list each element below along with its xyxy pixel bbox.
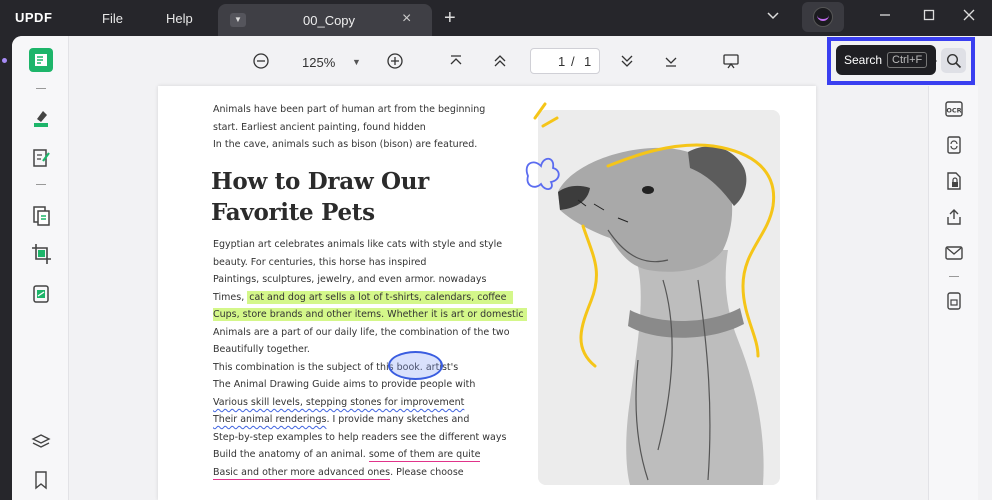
highlighter-icon[interactable] <box>29 106 53 130</box>
wavy-underlined-text[interactable]: Their animal renderings <box>213 414 326 425</box>
tooltip-label: Search <box>844 53 883 67</box>
underlined-text[interactable]: Basic and other more advanced ones <box>213 467 391 480</box>
highlighted-text[interactable]: cat and dog art sells a lot of t-shirts,… <box>247 291 513 304</box>
email-icon[interactable] <box>943 242 965 264</box>
sidebar-divider <box>36 184 46 185</box>
svg-text:OCR: OCR <box>946 107 961 115</box>
sidebar-divider <box>949 276 959 277</box>
next-page-icon[interactable] <box>618 52 636 70</box>
body-line: Cups, store brands and other items. Whet… <box>213 308 527 321</box>
menu-help[interactable]: Help <box>166 11 193 26</box>
last-page-icon[interactable] <box>662 52 680 70</box>
zoom-out-icon[interactable] <box>252 52 270 70</box>
search-tooltip: Search Ctrl+F <box>836 45 936 75</box>
layers-icon[interactable] <box>29 430 53 454</box>
save-icon[interactable] <box>943 290 965 312</box>
menu-file[interactable]: File <box>102 11 123 26</box>
convert-icon[interactable] <box>943 134 965 156</box>
document-tab[interactable]: ▼ 00_Copy × <box>218 4 432 36</box>
intro-line: start. Earliest ancient painting, found … <box>213 122 426 133</box>
previous-page-icon[interactable] <box>491 52 509 70</box>
sidebar-divider <box>36 88 46 89</box>
body-line: Their animal renderings. I provide many … <box>213 414 469 425</box>
body-text: . Please choose <box>390 467 464 478</box>
close-icon[interactable] <box>962 8 976 25</box>
total-pages: 1 <box>584 54 592 69</box>
minimize-icon[interactable] <box>878 8 892 25</box>
title-bar: UPDF File Help ▼ 00_Copy × + <box>0 0 992 36</box>
document-page[interactable]: Animals have been part of human art from… <box>158 86 816 500</box>
right-sidebar: OCR <box>928 86 978 500</box>
body-line: Times, cat and dog art sells a lot of t-… <box>213 291 513 304</box>
organize-pages-icon[interactable] <box>29 204 53 228</box>
page-number-input[interactable]: 1 / 1 <box>530 48 600 74</box>
bookmark-icon[interactable] <box>29 468 53 492</box>
convert-icon[interactable] <box>29 282 53 306</box>
avatar[interactable] <box>802 2 844 32</box>
wavy-underlined-text[interactable]: Various skill levels, stepping stones fo… <box>213 397 464 408</box>
page-separator: / <box>571 54 575 69</box>
underlined-text[interactable]: some of them are quite <box>368 449 481 462</box>
body-text: . I provide many sketches and <box>326 414 470 425</box>
body-line: Various skill levels, stepping stones fo… <box>213 397 464 408</box>
presentation-icon[interactable] <box>722 52 740 70</box>
highlighted-text[interactable]: Cups, store brands and other items. Whet… <box>213 308 527 321</box>
body-text: Build the anatomy of an animal. <box>213 449 369 460</box>
chevron-down-icon[interactable] <box>766 8 780 25</box>
tab-dropdown-icon[interactable]: ▼ <box>230 13 246 27</box>
crop-icon[interactable] <box>29 242 53 266</box>
zoom-level[interactable]: 125% <box>302 55 335 70</box>
ocr-icon[interactable]: OCR <box>943 98 965 120</box>
body-line: Paintings, sculptures, jewelry, and even… <box>213 274 487 285</box>
intro-line: In the cave, animals such as bison (biso… <box>213 139 478 150</box>
body-line: Build the anatomy of an animal. some of … <box>213 449 481 462</box>
tooltip-shortcut: Ctrl+F <box>887 52 928 68</box>
body-line: Step-by-step examples to help readers se… <box>213 432 507 443</box>
app-logo: UPDF <box>15 10 53 25</box>
intro-line: Animals have been part of human art from… <box>213 104 486 115</box>
body-line: beauty. For centuries, this horse has in… <box>213 257 427 268</box>
reader-icon[interactable] <box>29 48 53 72</box>
body-line: Beautifully together. <box>213 344 310 355</box>
share-icon[interactable] <box>943 206 965 228</box>
edit-icon[interactable] <box>29 146 53 170</box>
body-line: Egyptian art celebrates animals like cat… <box>213 239 503 250</box>
zoom-in-icon[interactable] <box>386 52 404 70</box>
page-heading: Favorite Pets <box>211 199 375 226</box>
search-icon <box>946 53 961 68</box>
body-line: The Animal Drawing Guide aims to provide… <box>213 379 476 390</box>
new-tab-icon[interactable]: + <box>444 7 456 30</box>
ellipse-annotation[interactable] <box>388 351 443 380</box>
tab-close-icon[interactable]: × <box>402 10 411 28</box>
avatar-icon <box>813 7 833 27</box>
protect-icon[interactable] <box>943 170 965 192</box>
status-dot <box>2 58 7 63</box>
left-sidebar <box>2 36 69 500</box>
zoom-dropdown-icon[interactable]: ▼ <box>352 57 361 67</box>
search-button[interactable] <box>941 48 966 73</box>
page-heading: How to Draw Our <box>211 168 429 195</box>
current-page: 1 <box>558 54 566 69</box>
doodle-decoration <box>525 102 776 368</box>
body-line: Basic and other more advanced ones. Plea… <box>213 467 464 480</box>
tab-title: 00_Copy <box>303 13 356 28</box>
body-text: Times, <box>213 292 248 303</box>
body-line: Animals are a part of our daily life, th… <box>213 327 510 338</box>
maximize-icon[interactable] <box>922 8 936 25</box>
first-page-icon[interactable] <box>447 52 465 70</box>
tooltip-arrow <box>932 57 937 65</box>
